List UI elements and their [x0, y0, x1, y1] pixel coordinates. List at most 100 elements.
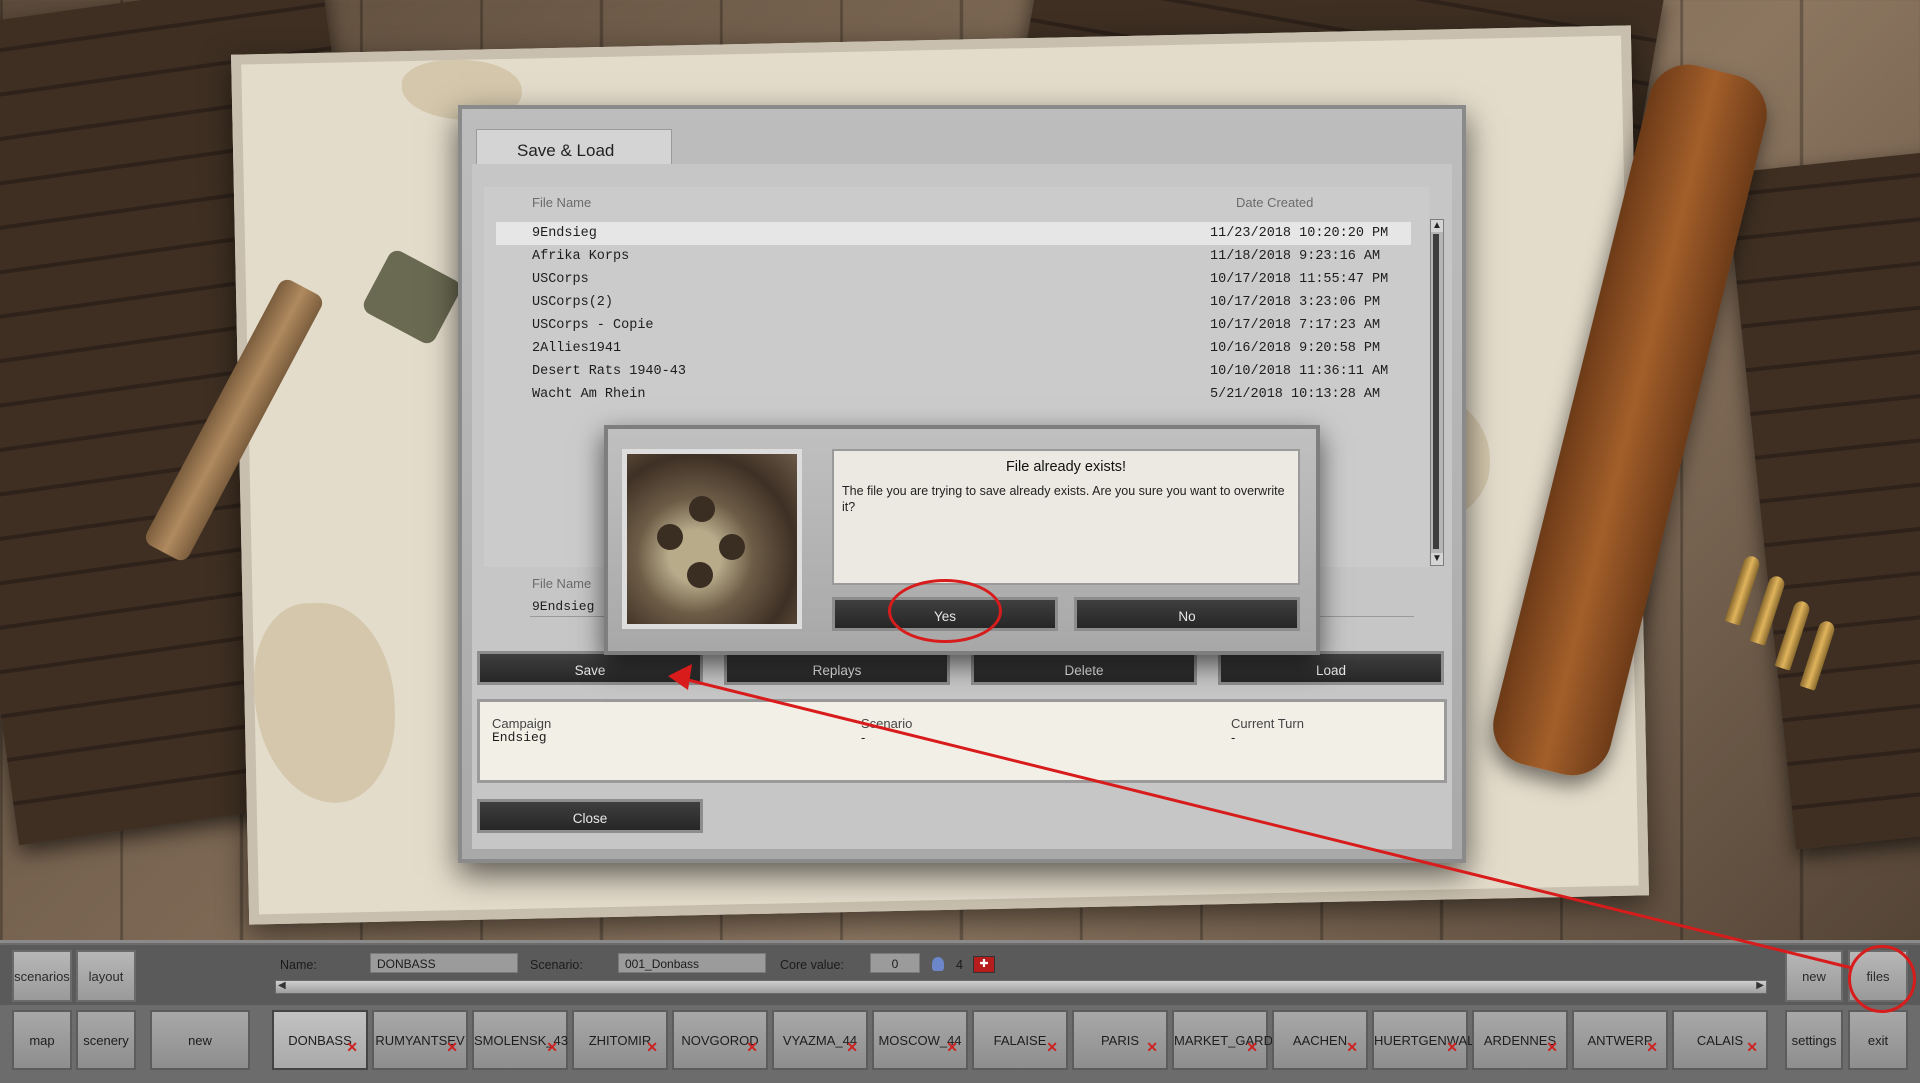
scenery-button[interactable]: scenery: [76, 1010, 136, 1070]
scenario-button[interactable]: FALAISE ✕: [972, 1010, 1068, 1070]
file-row[interactable]: Desert Rats 1940-43 10/10/2018 11:36:11 A…: [496, 360, 1411, 383]
scenario-button[interactable]: ARDENNES ✕: [1472, 1010, 1568, 1070]
remove-x-icon[interactable]: ✕: [1746, 1018, 1758, 1076]
core-value-label: Core value:: [780, 958, 844, 972]
remove-x-icon[interactable]: ✕: [946, 1018, 958, 1076]
remove-x-icon[interactable]: ✕: [1346, 1018, 1358, 1076]
remove-x-icon[interactable]: ✕: [1246, 1018, 1258, 1076]
name-field[interactable]: DONBASS: [370, 953, 518, 973]
core-value-field[interactable]: 0: [870, 953, 920, 973]
remove-x-icon[interactable]: ✕: [1146, 1018, 1158, 1076]
column-header-date-created[interactable]: Date Created: [1236, 195, 1313, 210]
remove-x-icon[interactable]: ✕: [746, 1018, 758, 1076]
file-row-name: USCorps: [532, 272, 589, 287]
name-label: Name:: [280, 958, 317, 972]
file-row-date: 10/17/2018 3:23:06 PM: [1210, 295, 1381, 310]
file-row-date: 11/18/2018 9:23:16 AM: [1210, 249, 1381, 264]
column-header-file-name[interactable]: File Name: [532, 195, 591, 210]
file-row[interactable]: USCorps(2) 10/17/2018 3:23:06 PM: [496, 291, 1411, 314]
file-row[interactable]: Wacht Am Rhein 5/21/2018 10:13:28 AM: [496, 383, 1411, 406]
slider-left-arrow-icon[interactable]: ◀: [278, 980, 286, 991]
scenario-button[interactable]: RUMYANTSEV ✕: [372, 1010, 468, 1070]
load-button[interactable]: Load: [1218, 651, 1444, 685]
file-row-date: 5/21/2018 10:13:28 AM: [1210, 387, 1381, 402]
file-row-name: Wacht Am Rhein: [532, 387, 646, 402]
exit-button[interactable]: exit: [1848, 1010, 1908, 1070]
remove-x-icon[interactable]: ✕: [1546, 1018, 1558, 1076]
scenario-button[interactable]: CALAIS ✕: [1672, 1010, 1768, 1070]
file-list-scrollbar[interactable]: ▲ ▼: [1430, 219, 1444, 566]
file-row-date: 10/16/2018 9:20:58 PM: [1210, 341, 1381, 356]
scrollbar-thumb[interactable]: [1433, 234, 1439, 549]
new-button-bottom[interactable]: new: [150, 1010, 250, 1070]
file-row[interactable]: USCorps 10/17/2018 11:55:47 PM: [496, 268, 1411, 291]
settings-button[interactable]: settings: [1785, 1010, 1843, 1070]
delete-button[interactable]: Delete: [971, 651, 1197, 685]
file-row-name: 9Endsieg: [532, 226, 597, 241]
remove-x-icon[interactable]: ✕: [346, 1018, 358, 1076]
close-button[interactable]: Close: [477, 799, 703, 833]
map-landmass: [252, 601, 397, 805]
file-row[interactable]: USCorps - Copie 10/17/2018 7:17:23 AM: [496, 314, 1411, 337]
remove-x-icon[interactable]: ✕: [1046, 1018, 1058, 1076]
remove-x-icon[interactable]: ✕: [846, 1018, 858, 1076]
file-row-name: 2Allies1941: [532, 341, 622, 356]
annotation-circle-yes: [888, 579, 1002, 643]
remove-x-icon[interactable]: ✕: [1646, 1018, 1658, 1076]
scenario-button[interactable]: NOVGOROD ✕: [672, 1010, 768, 1070]
iron-cross-flag-icon: ✚: [973, 956, 995, 973]
unit-count: 4: [956, 958, 963, 972]
scenario-button[interactable]: DONBASS ✕: [272, 1010, 368, 1070]
slider-right-arrow-icon[interactable]: ▶: [1756, 980, 1764, 991]
remove-x-icon[interactable]: ✕: [446, 1018, 458, 1076]
file-row[interactable]: Afrika Korps 11/18/2018 9:23:16 AM: [496, 245, 1411, 268]
film-reel-hole: [657, 524, 683, 550]
remove-x-icon[interactable]: ✕: [546, 1018, 558, 1076]
save-info-panel: Campaign Endsieg Scenario - Current Turn…: [477, 699, 1447, 783]
file-row-name: USCorps(2): [532, 295, 614, 310]
scenario-button[interactable]: ANTWERP ✕: [1572, 1010, 1668, 1070]
save-button[interactable]: Save: [477, 651, 703, 685]
toolbar-top-row: [0, 945, 1920, 1005]
file-row-date: 10/17/2018 11:55:47 PM: [1210, 272, 1389, 287]
current-turn-label: Current Turn: [1231, 716, 1304, 731]
scenario-scroll-slider[interactable]: ◀ ▶: [275, 980, 1767, 994]
file-row-name: Afrika Korps: [532, 249, 630, 264]
scenario-button[interactable]: MOSCOW_44 ✕: [872, 1010, 968, 1070]
medal-icon: [932, 957, 944, 971]
scenario-button-label: ZHITOMIR: [588, 1033, 652, 1048]
popup-message: The file you are trying to save already …: [842, 484, 1285, 514]
new-button-top[interactable]: new: [1785, 950, 1843, 1002]
scenario-field[interactable]: 001_Donbass: [618, 953, 766, 973]
file-name-label: File Name: [532, 576, 592, 591]
campaign-label: Campaign: [492, 716, 552, 731]
scenario-button[interactable]: MARKET_GARDEN ✕: [1172, 1010, 1291, 1070]
replays-button[interactable]: Replays: [724, 651, 950, 685]
scenario-button[interactable]: SMOLENSK_43 ✕: [472, 1010, 568, 1070]
scenarios-button[interactable]: scenarios: [12, 950, 72, 1002]
scenario-button[interactable]: PARIS ✕: [1072, 1010, 1168, 1070]
layout-button[interactable]: layout: [76, 950, 136, 1002]
scenario-field-label: Scenario:: [530, 958, 583, 972]
remove-x-icon[interactable]: ✕: [646, 1018, 658, 1076]
scenario-button[interactable]: HUERTGENWALD ✕: [1372, 1010, 1484, 1070]
no-button[interactable]: No: [1074, 597, 1300, 631]
scenario-button-label: PARIS: [1100, 1033, 1140, 1048]
file-row-name: Desert Rats 1940-43: [532, 364, 686, 379]
scenario-button[interactable]: AACHEN ✕: [1272, 1010, 1368, 1070]
scroll-down-icon[interactable]: ▼: [1431, 553, 1443, 565]
scenario-button[interactable]: VYAZMA_44 ✕: [772, 1010, 868, 1070]
current-turn-value: -: [1231, 730, 1236, 745]
file-row[interactable]: 2Allies1941 10/16/2018 9:20:58 PM: [496, 337, 1411, 360]
map-button[interactable]: map: [12, 1010, 72, 1070]
file-row-date: 10/10/2018 11:36:11 AM: [1210, 364, 1389, 379]
file-rows: 9Endsieg 11/23/2018 10:20:20 PM Afrika Kor…: [496, 222, 1411, 406]
film-reel-image: [622, 449, 802, 629]
scenario-button-label: DONBASS: [288, 1033, 352, 1048]
popup-title: File already exists!: [1005, 459, 1127, 475]
scenario-button[interactable]: ZHITOMIR ✕: [572, 1010, 668, 1070]
remove-x-icon[interactable]: ✕: [1446, 1018, 1458, 1076]
scenario-button-label: ANTWERP: [1587, 1033, 1653, 1048]
scroll-up-icon[interactable]: ▲: [1431, 220, 1443, 232]
file-row[interactable]: 9Endsieg 11/23/2018 10:20:20 PM: [496, 222, 1411, 245]
